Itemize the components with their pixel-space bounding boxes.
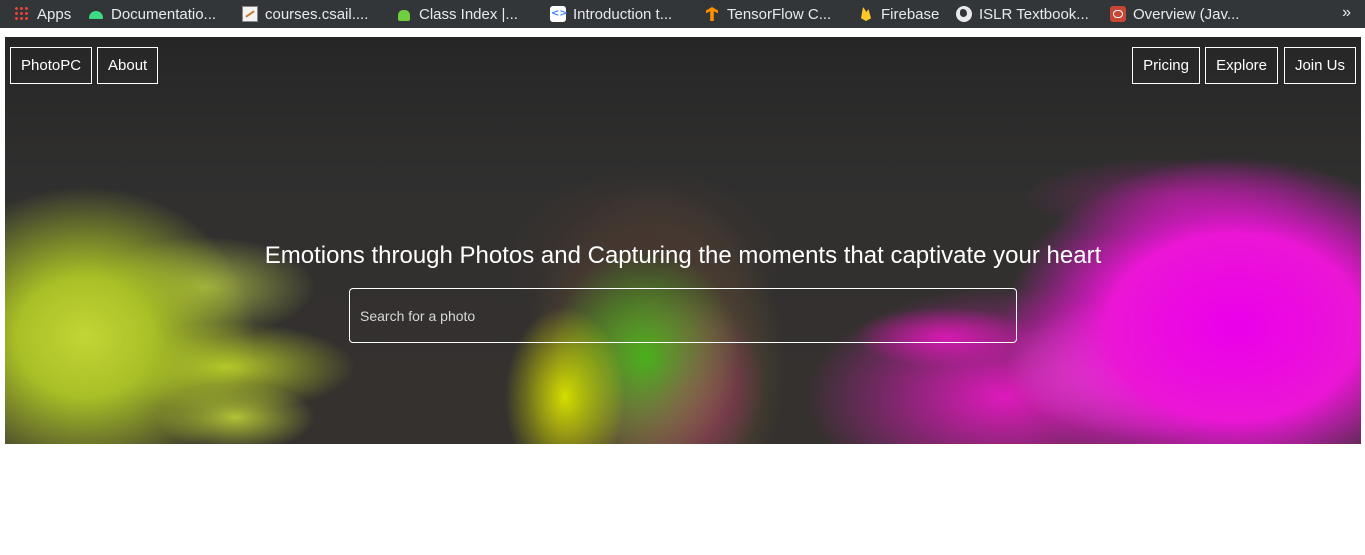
oracle-icon bbox=[1110, 6, 1126, 22]
hero-banner: PhotoPC About Pricing Explore Join Us Em… bbox=[5, 37, 1361, 444]
explore-link[interactable]: Explore bbox=[1205, 47, 1278, 84]
globe-icon bbox=[956, 6, 972, 22]
about-link[interactable]: About bbox=[97, 47, 159, 84]
bookmark-class-index[interactable]: Class Index |... bbox=[396, 0, 531, 28]
tensorflow-icon bbox=[704, 6, 720, 22]
bookmark-courses-csail[interactable]: courses.csail.... bbox=[242, 0, 384, 28]
bookmark-tensorflow[interactable]: TensorFlow C... bbox=[704, 0, 844, 28]
join-us-link[interactable]: Join Us bbox=[1283, 47, 1356, 84]
brand-link[interactable]: PhotoPC bbox=[10, 47, 93, 84]
hero-headline: Emotions through Photos and Capturing th… bbox=[264, 242, 1102, 269]
pricing-link[interactable]: Pricing bbox=[1132, 47, 1200, 84]
hero-background-image bbox=[5, 37, 1361, 444]
bookmark-documentation[interactable]: Documentatio... bbox=[88, 0, 233, 28]
apps-grid-icon bbox=[14, 6, 30, 22]
photo-search-input[interactable] bbox=[349, 288, 1017, 343]
code-brackets-icon bbox=[550, 6, 568, 22]
bookmark-overview-java[interactable]: Overview (Jav... bbox=[1110, 0, 1255, 28]
bookmark-firebase[interactable]: Firebase bbox=[858, 0, 939, 28]
bookmark-islr-textbook[interactable]: ISLR Textbook... bbox=[956, 0, 1101, 28]
bookmarks-overflow-chevron-icon[interactable]: » bbox=[1342, 0, 1351, 28]
firebase-icon bbox=[858, 6, 874, 22]
android-robot-icon bbox=[396, 6, 412, 22]
bookmarks-bar: Apps Documentatio... courses.csail.... C… bbox=[0, 0, 1365, 28]
android-icon bbox=[88, 6, 104, 22]
document-icon bbox=[242, 6, 258, 22]
bookmark-apps[interactable]: Apps bbox=[14, 0, 71, 28]
bookmark-introduction[interactable]: Introduction t... bbox=[550, 0, 692, 28]
